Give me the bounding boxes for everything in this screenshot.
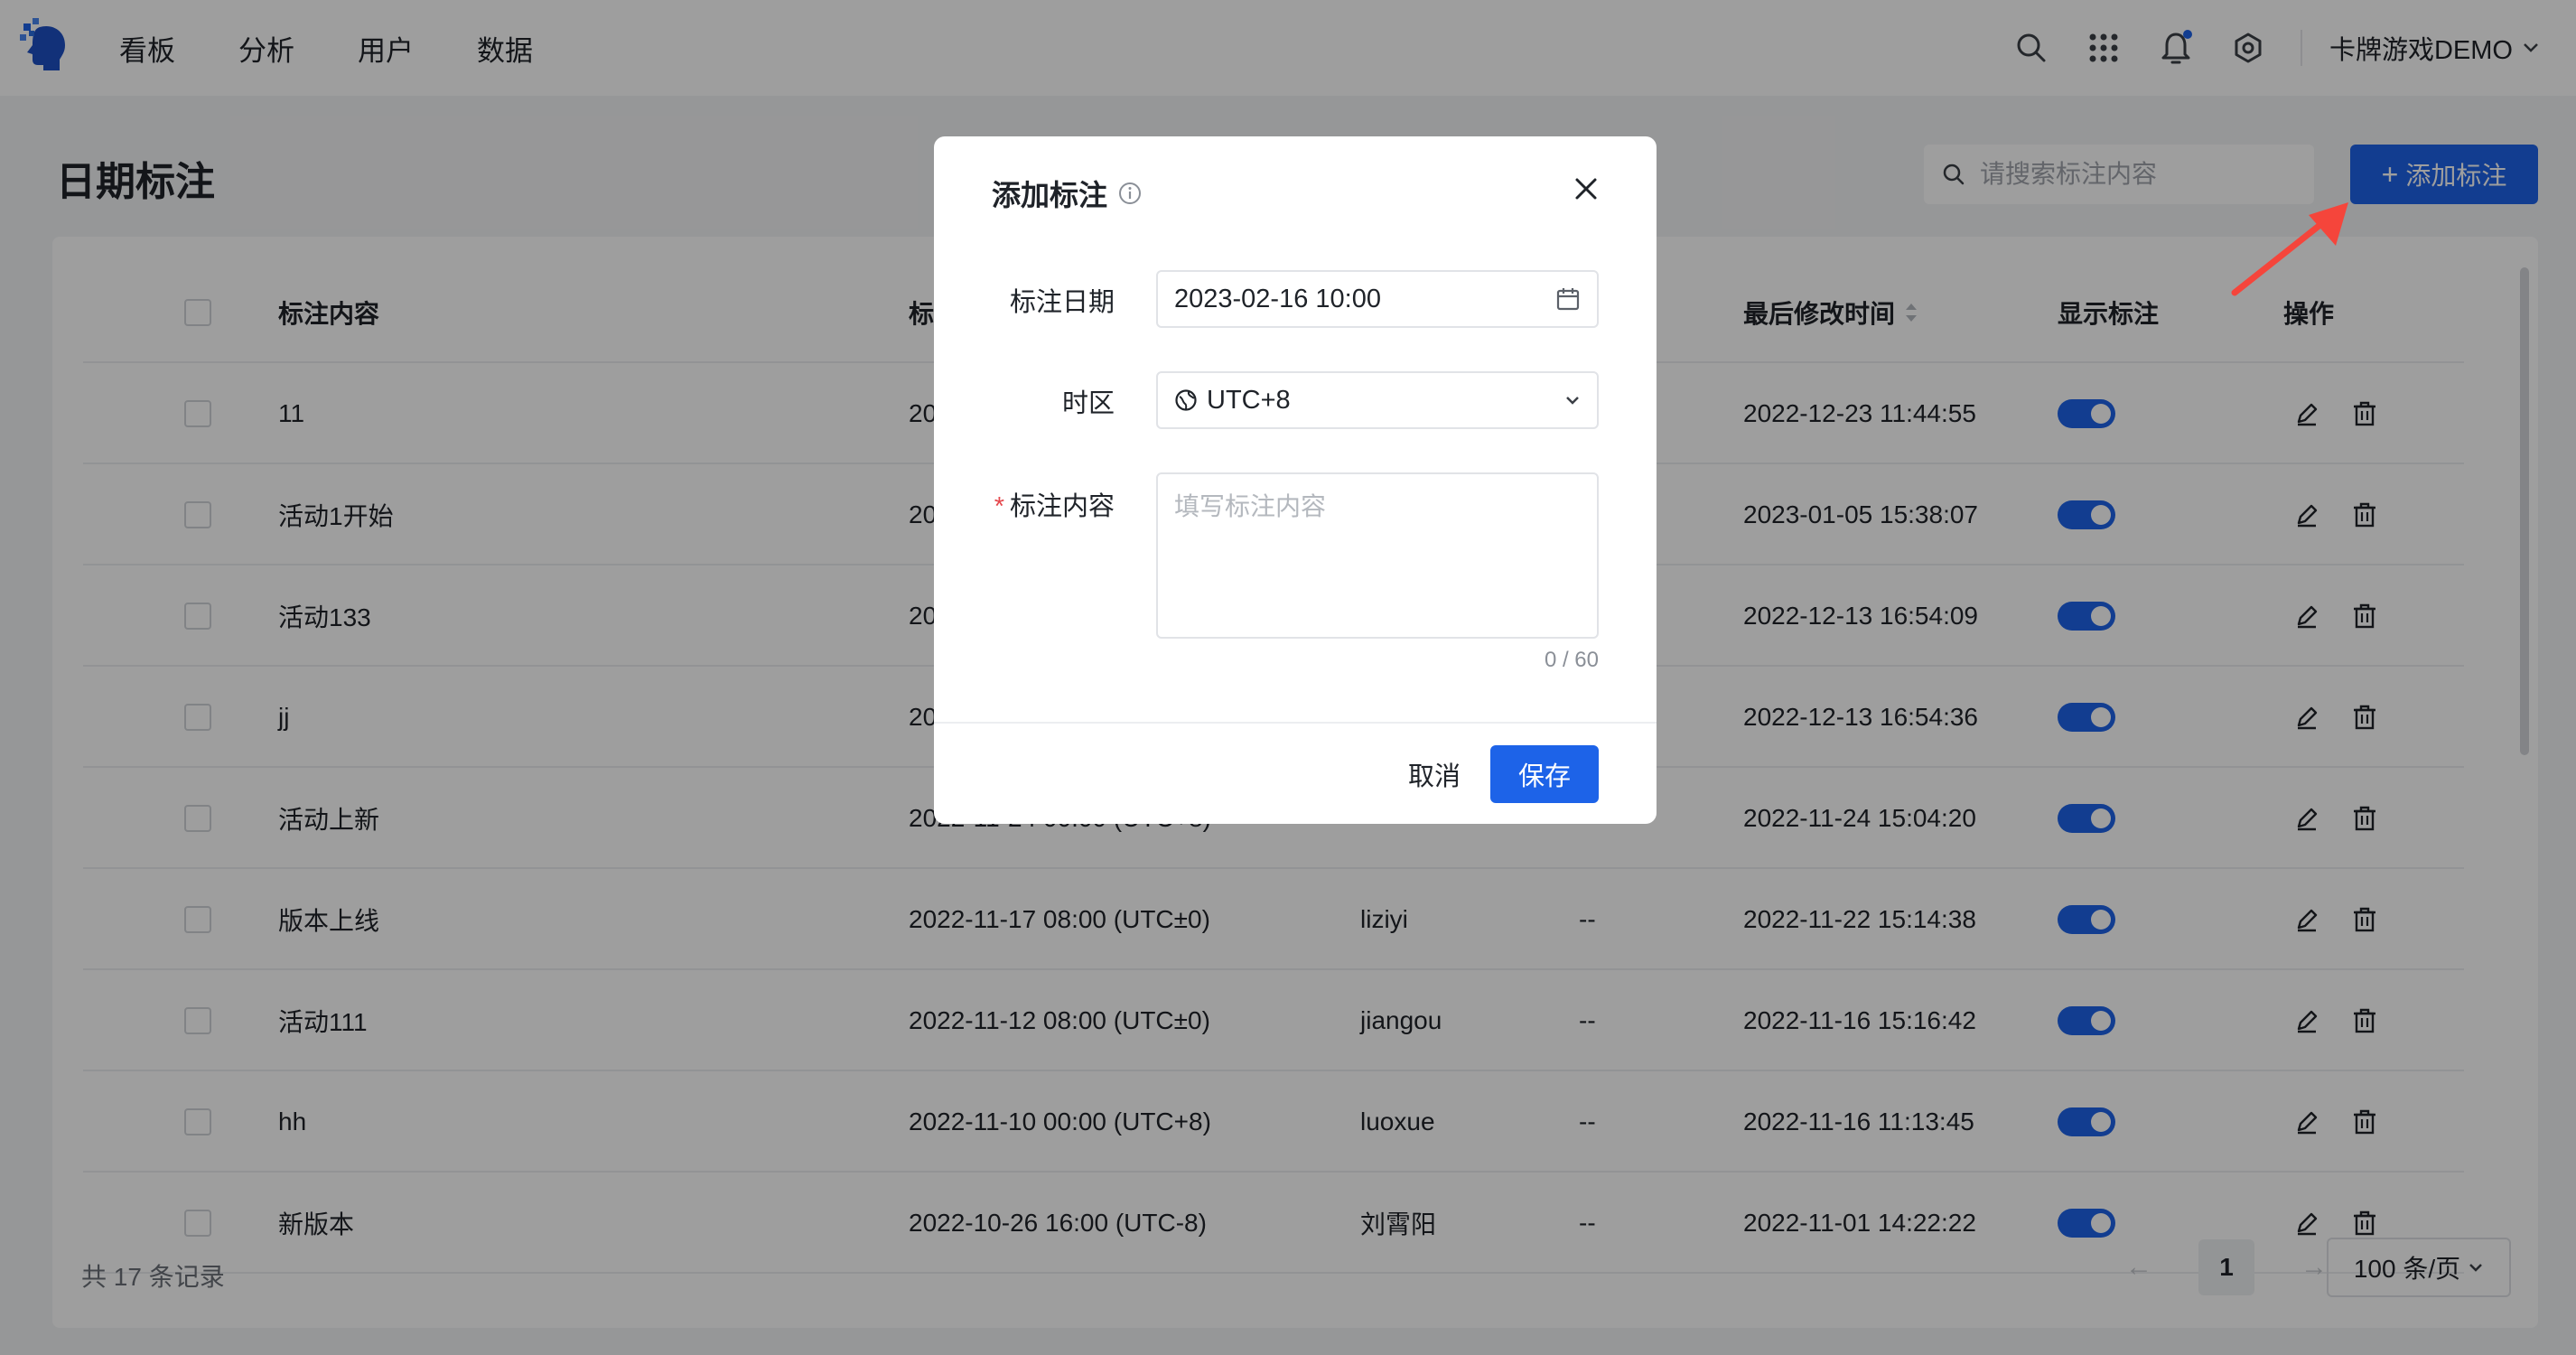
modal-title-text: 添加标注	[992, 179, 1108, 211]
required-mark: *	[994, 492, 1004, 521]
content-textarea[interactable]	[1174, 487, 1581, 624]
add-annotation-modal: 添加标注 标注日期 2023-02-16 10:00 时区 UTC+8 * 标注内…	[934, 136, 1657, 824]
date-label: 标注日期	[1009, 288, 1115, 317]
timezone-value: UTC+8	[1207, 385, 1291, 415]
date-value: 2023-02-16 10:00	[1174, 284, 1381, 313]
content-textarea-wrapper[interactable]	[1156, 472, 1599, 639]
save-button[interactable]: 保存	[1490, 745, 1599, 803]
char-counter: 0 / 60	[1544, 648, 1599, 672]
modal-divider	[934, 722, 1657, 724]
close-icon[interactable]	[1566, 169, 1606, 209]
timezone-label: 时区	[1061, 389, 1115, 418]
modal-title: 添加标注	[992, 173, 1142, 214]
globe-icon	[1175, 389, 1197, 411]
content-label-text: 标注内容	[1009, 492, 1115, 521]
timezone-select[interactable]: UTC+8	[1156, 371, 1599, 429]
cancel-button[interactable]: 取消	[1389, 745, 1479, 803]
chevron-down-icon	[1566, 397, 1579, 405]
red-arrow-annotation-icon	[2231, 202, 2348, 296]
date-picker-field[interactable]: 2023-02-16 10:00	[1156, 270, 1599, 328]
content-label: * 标注内容	[934, 485, 1115, 523]
info-icon[interactable]	[1118, 182, 1142, 205]
calendar-icon[interactable]	[1555, 286, 1581, 312]
